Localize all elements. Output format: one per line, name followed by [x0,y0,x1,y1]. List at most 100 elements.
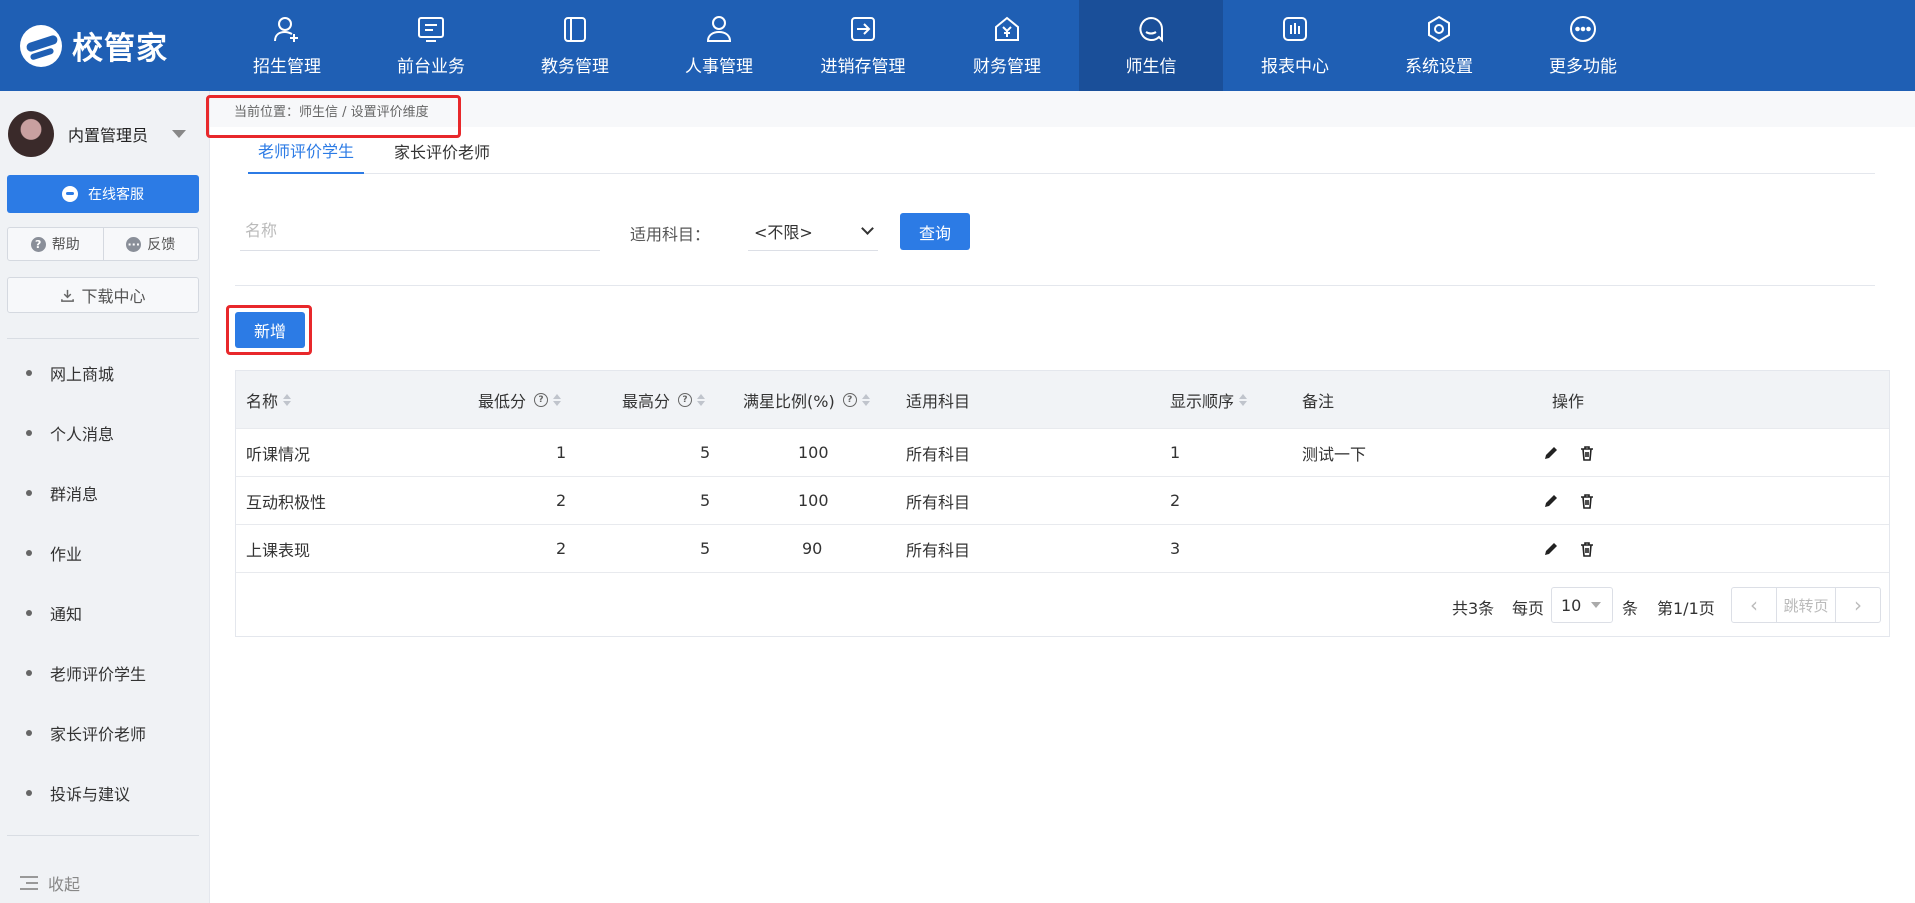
edit-icon[interactable] [1542,540,1560,558]
caret-down-icon [172,130,187,138]
table-row: 上课表现 2 5 90 所有科目 3 [236,525,1889,573]
header-label: 显示顺序 [1170,391,1235,411]
yuan-house-icon [992,14,1022,44]
total-count: 共3条 [1452,599,1495,618]
top-navbar: 校管家 招生管理 前台业务 教务管理 人事管理 进销存管理 财务管理 师生信 报… [0,0,1915,91]
col-header-note: 备注 [1302,391,1335,411]
sidebar-item-personal-message[interactable]: 个人消息 [0,403,210,463]
sidebar-item-online-mall[interactable]: 网上商城 [0,343,210,403]
avatar [8,111,54,157]
nav-item-hr[interactable]: 人事管理 [647,0,791,91]
nav-label: 报表中心 [1261,57,1329,77]
online-service-label: 在线客服 [88,187,144,203]
nav-item-finance[interactable]: 财务管理 [935,0,1079,91]
bullet-icon [26,790,32,796]
cell-full-star-ratio: 100 [798,443,829,462]
download-center-button[interactable]: 下载中心 [7,277,199,313]
delete-icon[interactable] [1578,444,1596,462]
per-page-select[interactable]: 10 [1551,587,1613,623]
feedback-label: 反馈 [147,237,176,253]
nav-item-messaging[interactable]: 师生信 [1079,0,1223,91]
sidebar-item-complaints[interactable]: 投诉与建议 [0,763,210,823]
delete-icon[interactable] [1578,492,1596,510]
nav-item-reports[interactable]: 报表中心 [1223,0,1367,91]
user-menu[interactable]: 内置管理员 [0,91,209,177]
nav-item-front-desk[interactable]: 前台业务 [359,0,503,91]
col-header-display-order[interactable]: 显示顺序 [1170,371,1248,428]
sidebar-item-parent-evaluate-teacher[interactable]: 家长评价老师 [0,703,210,763]
pagination: 共3条 每页 10 条 第1/1页 ‹ 跳转页 › [236,573,1889,637]
bullet-icon [26,610,32,616]
delete-icon[interactable] [1578,540,1596,558]
sidebar-divider [7,835,199,836]
tab-teacher-evaluate-student[interactable]: 老师评价学生 [248,127,365,174]
help-feedback-row: ? 帮助 ··· 反馈 [7,227,199,261]
cell-name: 听课情况 [246,444,311,464]
col-header-name[interactable]: 名称 [246,371,292,428]
nav-label: 进销存管理 [820,57,906,77]
user-name: 内置管理员 [68,126,149,145]
question-icon[interactable]: ? [842,392,857,407]
help-label: 帮助 [51,237,80,253]
col-header-min-score[interactable]: 最低分? [478,371,562,428]
online-service-button[interactable]: 在线客服 [7,175,199,213]
person-icon [704,14,734,44]
sidebar-item-teacher-evaluate-student[interactable]: 老师评价学生 [0,643,210,703]
sidebar-item-label: 网上商城 [50,365,115,384]
tab-parent-evaluate-teacher[interactable]: 家长评价老师 [384,127,500,174]
nav-item-inventory[interactable]: 进销存管理 [791,0,935,91]
sort-icon [283,393,292,406]
question-icon[interactable]: ? [534,392,549,407]
chevron-down-icon [861,221,874,235]
cell-subject: 所有科目 [906,444,971,464]
prev-page-button[interactable]: ‹ [1732,588,1776,622]
col-header-full-star-ratio[interactable]: 满星比例(%)? [743,371,870,428]
more-icon [1568,14,1598,44]
cell-name: 上课表现 [246,540,311,560]
cell-full-star-ratio: 100 [798,491,829,510]
nav-item-settings[interactable]: 系统设置 [1367,0,1511,91]
settings-icon [1424,14,1454,44]
sidebar-item-notice[interactable]: 通知 [0,583,210,643]
logo[interactable]: 校管家 [0,0,215,91]
bar-chart-icon [1280,14,1310,44]
cell-name: 互动积极性 [246,492,327,512]
per-page-label: 每页 [1512,599,1545,618]
col-header-max-score[interactable]: 最高分? [622,371,706,428]
subject-select-value: <不限> [754,222,813,242]
jump-page-input[interactable]: 跳转页 [1776,588,1836,622]
nav-item-enrollment[interactable]: 招生管理 [215,0,359,91]
collapse-sidebar-button[interactable]: 收起 [20,871,80,895]
feedback-button[interactable]: ··· 反馈 [102,228,199,260]
cell-actions [1542,429,1596,476]
collapse-label: 收起 [48,875,81,894]
sidebar-item-group-message[interactable]: 群消息 [0,463,210,523]
chat-icon [1136,14,1166,44]
name-input[interactable] [240,211,600,251]
sidebar-divider [7,338,199,339]
nav-label: 师生信 [1125,57,1177,77]
cell-min-score: 2 [556,491,567,510]
nav-label: 人事管理 [685,57,753,77]
table-row: 互动积极性 2 5 100 所有科目 2 [236,477,1889,525]
edit-icon[interactable] [1542,444,1560,462]
evaluation-dimension-table: 名称 最低分? 最高分? 满星比例(%)? 适用科目 显示顺序 备注 操作 听课… [235,370,1890,637]
query-button[interactable]: 查询 [900,213,970,250]
screen-icon [416,14,446,44]
cell-max-score: 5 [700,491,711,510]
nav-item-academic[interactable]: 教务管理 [503,0,647,91]
cell-subject: 所有科目 [906,492,971,512]
per-page-value: 10 [1561,595,1582,615]
next-page-button[interactable]: › [1836,588,1880,622]
nav-item-more[interactable]: 更多功能 [1511,0,1655,91]
book-icon [560,14,590,44]
per-page-unit: 条 [1622,599,1639,618]
edit-icon[interactable] [1542,492,1560,510]
col-header-actions: 操作 [1552,391,1585,411]
sidebar-item-homework[interactable]: 作业 [0,523,210,583]
help-button[interactable]: ? 帮助 [8,228,103,260]
question-icon[interactable]: ? [678,392,693,407]
subject-select[interactable]: <不限> [748,211,878,251]
logo-icon [20,24,62,67]
nav-label: 系统设置 [1405,57,1473,77]
